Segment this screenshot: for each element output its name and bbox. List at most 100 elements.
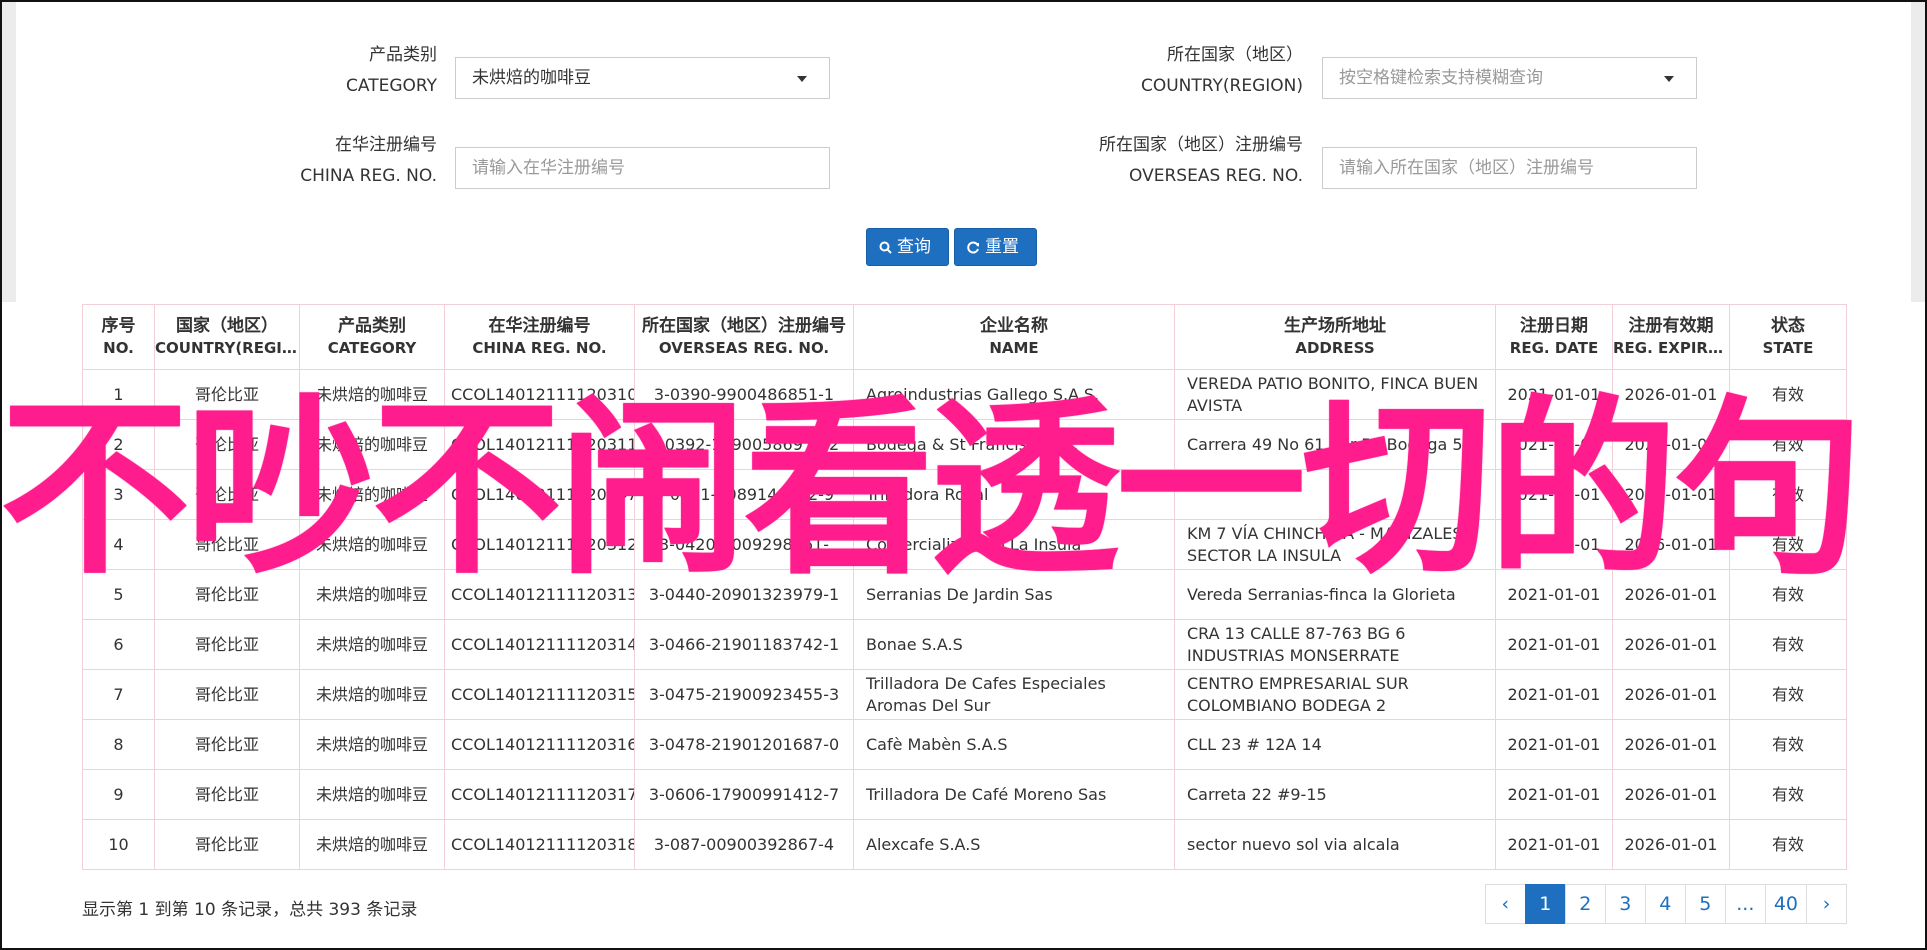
table-cell: Cafè Mabèn S.A.S [853, 719, 1175, 770]
table-cell: 有效 [1729, 769, 1847, 820]
overlay-text: 不吵不闹看透一切的句 [0, 379, 1864, 600]
column-header-cn: 在华注册编号 [488, 316, 591, 336]
right-scroll-strip [1911, 2, 1925, 302]
table-cell: 2026-01-01 [1612, 819, 1730, 870]
column-header-en: NO. [103, 339, 134, 357]
table-cell: sector nuevo sol via alcala [1174, 819, 1496, 870]
page-button[interactable]: 4 [1644, 884, 1686, 924]
country-label: 所在国家（地区） COUNTRY(REGION) [1060, 40, 1303, 102]
column-header-en: NAME [989, 339, 1039, 357]
overseas-reg-label: 所在国家（地区）注册编号 OVERSEAS REG. NO. [1040, 130, 1303, 192]
page-button[interactable]: 5 [1684, 884, 1726, 924]
column-header-cn: 状态 [1771, 316, 1805, 336]
column-header[interactable]: 序号 NO. [82, 304, 155, 370]
table-row[interactable]: 9 哥伦比亚 未烘焙的咖啡豆 CCOL14012111120317 3-0606-179… [82, 769, 1847, 820]
table-cell: 未烘焙的咖啡豆 [299, 619, 445, 670]
table-cell: 哥伦比亚 [154, 719, 300, 770]
table-row[interactable]: 6 哥伦比亚 未烘焙的咖啡豆 CCOL14012111120314 3-0466-219… [82, 619, 1847, 670]
table-cell: 哥伦比亚 [154, 669, 300, 720]
table-row[interactable]: 10 哥伦比亚 未烘焙的咖啡豆 CCOL14012111120318 3-087-009… [82, 819, 1847, 870]
table-cell: CCOL14012111120317 [444, 769, 635, 820]
page-button[interactable]: 1 [1524, 884, 1566, 924]
search-button-label: 查询 [897, 237, 931, 257]
table-cell: 2021-01-01 [1495, 669, 1613, 720]
records-info: 显示第 1 到第 10 条记录，总共 393 条记录 [82, 900, 418, 920]
china-reg-label-en: CHINA REG. NO. [300, 166, 437, 186]
table-cell: 哥伦比亚 [154, 769, 300, 820]
page-button[interactable]: 3 [1604, 884, 1646, 924]
table-cell: 8 [82, 719, 155, 770]
category-select-value: 未烘焙的咖啡豆 [472, 68, 591, 88]
column-header[interactable]: 状态 STATE [1729, 304, 1847, 370]
column-header-en: CHINA REG. NO. [472, 339, 607, 357]
column-header[interactable]: 在华注册编号 CHINA REG. NO. [444, 304, 635, 370]
table-cell: 未烘焙的咖啡豆 [299, 669, 445, 720]
overseas-reg-input[interactable]: 请输入所在国家（地区）注册编号 [1322, 147, 1697, 189]
overseas-reg-input-placeholder: 请输入所在国家（地区）注册编号 [1339, 158, 1594, 178]
table-cell: CCOL14012111120315 [444, 669, 635, 720]
table-cell: Carreta 22 #9-15 [1174, 769, 1496, 820]
table-cell: 哥伦比亚 [154, 619, 300, 670]
table-cell: 3-0466-21901183742-1 [634, 619, 854, 670]
page-button[interactable]: 40 [1764, 884, 1807, 924]
overseas-reg-label-cn: 所在国家（地区）注册编号 [1099, 135, 1303, 155]
page-ellipsis: ... [1724, 884, 1766, 924]
search-icon [879, 241, 892, 254]
column-header[interactable]: 所在国家（地区）注册编号 OVERSEAS REG. NO. [634, 304, 854, 370]
column-header-en: OVERSEAS REG. NO. [658, 339, 830, 357]
column-header-cn: 产品类别 [338, 316, 406, 336]
table-cell: Alexcafe S.A.S [853, 819, 1175, 870]
table-cell: CENTRO EMPRESARIAL SUR COLOMBIANO BODEGA… [1174, 669, 1496, 720]
table-cell: 3-0606-17900991412-7 [634, 769, 854, 820]
table-cell: 9 [82, 769, 155, 820]
table-header-row: 序号 NO. 国家（地区） COUNTRY(REGIO... 产品类别 CATEGORY 在… [82, 304, 1847, 370]
column-header-cn: 生产场所地址 [1284, 316, 1386, 336]
country-label-en: COUNTRY(REGION) [1140, 76, 1303, 96]
page-button[interactable]: 2 [1564, 884, 1606, 924]
pagination: ‹ 1 2 3 4 5... 40 › [1484, 884, 1847, 926]
china-reg-label-cn: 在华注册编号 [335, 135, 437, 155]
column-header[interactable]: 注册有效期 REG. EXPIRE ... [1612, 304, 1730, 370]
column-header-en: REG. EXPIRE ... [1613, 339, 1729, 357]
table-cell: 有效 [1729, 619, 1847, 670]
table-cell: 未烘焙的咖啡豆 [299, 819, 445, 870]
table-cell: Trilladora De Cafes Especiales Aromas De… [853, 669, 1175, 720]
column-header-en: ADDRESS [1295, 339, 1375, 357]
table-cell: 2021-01-01 [1495, 819, 1613, 870]
column-header-cn: 序号 [101, 316, 136, 336]
column-header-cn: 所在国家（地区）注册编号 [642, 316, 846, 336]
column-header-cn: 国家（地区） [176, 316, 278, 336]
column-header[interactable]: 产品类别 CATEGORY [299, 304, 445, 370]
search-button[interactable]: 查询 [866, 228, 949, 266]
column-header[interactable]: 国家（地区） COUNTRY(REGIO... [154, 304, 300, 370]
next-page-button[interactable]: › [1806, 884, 1847, 924]
table-row[interactable]: 8 哥伦比亚 未烘焙的咖啡豆 CCOL14012111120316 3-0478-219… [82, 719, 1847, 770]
column-header[interactable]: 生产场所地址 ADDRESS [1174, 304, 1496, 370]
china-reg-input-placeholder: 请输入在华注册编号 [472, 158, 625, 178]
table-cell: 10 [82, 819, 155, 870]
overseas-reg-label-en: OVERSEAS REG. NO. [1129, 166, 1303, 186]
table-cell: 2026-01-01 [1612, 719, 1730, 770]
table-cell: Bonae S.A.S [853, 619, 1175, 670]
table-cell: CRA 13 CALLE 87-763 BG 6 INDUSTRIAS MONS… [1174, 619, 1496, 670]
table-cell: CCOL14012111120314 [444, 619, 635, 670]
china-reg-input[interactable]: 请输入在华注册编号 [455, 147, 830, 189]
table-cell: 2021-01-01 [1495, 619, 1613, 670]
country-select[interactable]: 按空格键检索支持模糊查询 [1322, 57, 1697, 99]
column-header[interactable]: 企业名称 NAME [853, 304, 1175, 370]
column-header-cn: 企业名称 [980, 316, 1048, 336]
table-cell: 2026-01-01 [1612, 619, 1730, 670]
column-header[interactable]: 注册日期 REG. DATE [1495, 304, 1613, 370]
table-row[interactable]: 7 哥伦比亚 未烘焙的咖啡豆 CCOL14012111120315 3-0475-219… [82, 669, 1847, 720]
table-cell: 2021-01-01 [1495, 769, 1613, 820]
table-cell: 3-087-00900392867-4 [634, 819, 854, 870]
table-cell: 有效 [1729, 819, 1847, 870]
category-select[interactable]: 未烘焙的咖啡豆 [455, 57, 830, 99]
chevron-down-icon [1664, 76, 1674, 82]
category-label: 产品类别 CATEGORY [280, 40, 437, 102]
reset-button[interactable]: 重置 [954, 228, 1037, 266]
column-header-en: CATEGORY [327, 339, 417, 357]
chevron-down-icon [797, 76, 807, 82]
reset-button-label: 重置 [985, 237, 1019, 257]
prev-page-button[interactable]: ‹ [1484, 884, 1526, 924]
